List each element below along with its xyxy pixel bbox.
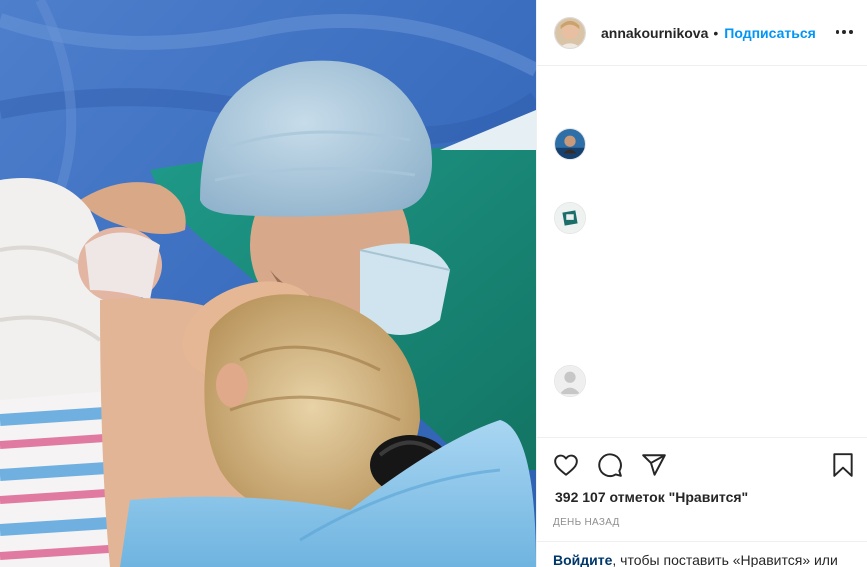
comment-bubble-icon[interactable] [597,452,623,478]
comment-avatar-placeholder[interactable] [554,365,586,397]
header-separator: • [713,24,719,41]
login-prompt-text: Войдите, чтобы поставить «Нравится» или [553,552,838,567]
like-heart-icon[interactable] [553,452,579,478]
bookmark-save-icon[interactable] [830,452,856,478]
likes-count[interactable]: 392 107 отметок "Нравится" [555,489,748,505]
login-prompt-rest: , чтобы поставить «Нравится» или [612,552,838,567]
comments-list [537,67,867,437]
author-username[interactable]: annakournikova [601,25,708,41]
comment-avatar[interactable] [554,128,586,160]
post-header: annakournikova • Подписаться [537,0,867,66]
post-photo-illustration [0,0,536,567]
more-options-icon[interactable] [834,22,854,42]
comment-avatar-image [555,129,585,159]
share-send-icon[interactable] [641,452,667,478]
login-link[interactable]: Войдите [553,552,612,567]
comment-avatar-image [555,203,585,233]
login-prompt: Войдите, чтобы поставить «Нравится» или [537,541,867,567]
post-photo[interactable] [0,0,536,567]
post-side-panel: annakournikova • Подписаться 392 107 отм… [536,0,867,567]
post-actions: 392 107 отметок "Нравится" ДЕНЬ НАЗАД Во… [537,437,867,567]
author-avatar[interactable] [554,16,586,49]
follow-button[interactable]: Подписаться [724,25,816,41]
action-icons [553,452,685,478]
author-avatar-image [555,17,585,48]
default-user-icon [555,366,585,396]
comment-avatar[interactable] [554,202,586,234]
post-timestamp[interactable]: ДЕНЬ НАЗАД [553,517,620,528]
